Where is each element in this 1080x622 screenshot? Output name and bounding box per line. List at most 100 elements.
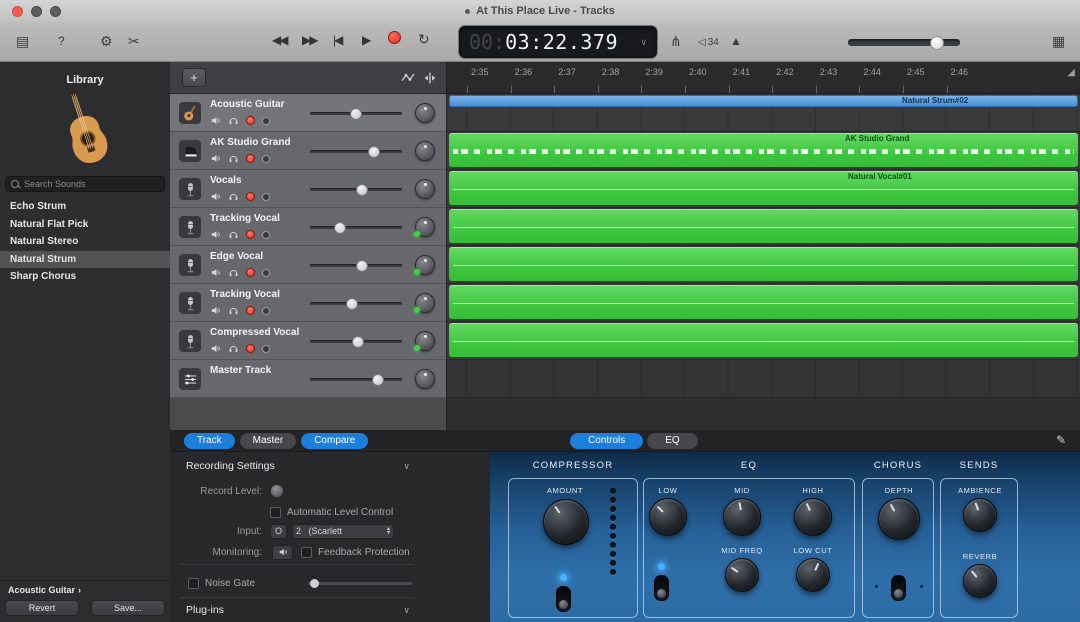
pan-knob[interactable] [415, 293, 435, 313]
solo-button[interactable] [228, 305, 239, 316]
cycle-button[interactable]: ↻ [418, 31, 428, 48]
region-natural-vocal-01[interactable] [449, 171, 1078, 205]
record-button[interactable] [388, 31, 401, 47]
region-vocal[interactable] [449, 209, 1078, 243]
solo-button[interactable] [228, 153, 239, 164]
tab-compare[interactable]: Compare [301, 433, 368, 449]
solo-button[interactable] [228, 115, 239, 126]
stepper-arrows-icon[interactable]: ▴ ▾ [387, 527, 390, 536]
lane-vocals[interactable]: Natural Vocal#01 [447, 170, 1080, 208]
track-row-compressed-vocal[interactable]: Compressed Vocal [170, 322, 446, 360]
lcd-chevron-icon[interactable]: ∨ [640, 37, 647, 48]
pan-knob[interactable] [415, 103, 435, 123]
track-name[interactable]: Master Track [210, 365, 271, 376]
volume-slider[interactable] [310, 150, 402, 153]
pan-knob[interactable] [415, 331, 435, 351]
region-ak-studio-grand[interactable] [449, 133, 1078, 167]
lane-acoustic-guitar[interactable]: Natural Strum#02 [447, 94, 1080, 132]
settings-gear-icon[interactable]: ⚙ [100, 31, 113, 51]
master-volume-slider[interactable] [848, 39, 960, 46]
patch-item[interactable]: Echo Strum [0, 198, 170, 216]
mute-button[interactable] [210, 115, 221, 126]
mute-button[interactable] [210, 343, 221, 354]
close-button[interactable] [12, 6, 23, 17]
region-vocal[interactable] [449, 323, 1078, 357]
lane-compressed-vocal[interactable] [447, 322, 1080, 360]
compressor-power-switch[interactable] [556, 586, 571, 612]
volume-slider[interactable] [310, 112, 402, 115]
feedback-checkbox[interactable] [301, 547, 312, 558]
region-vocal[interactable] [449, 247, 1078, 281]
help-icon[interactable]: ? [58, 31, 65, 51]
input-monitor-button[interactable] [262, 231, 270, 239]
play-button[interactable]: ▶ [362, 33, 369, 47]
track-name[interactable]: Acoustic Guitar [210, 99, 284, 110]
low-cut-knob[interactable] [796, 558, 830, 592]
automation-icon[interactable] [400, 70, 416, 86]
zoom-icon[interactable]: ◢ [1067, 67, 1075, 78]
musical-typing-icon[interactable]: ▤ [16, 31, 29, 51]
auto-level-checkbox[interactable] [270, 507, 281, 518]
lane-ak-studio-grand[interactable]: AK Studio Grand [447, 132, 1080, 170]
track-name[interactable]: Edge Vocal [210, 251, 263, 262]
input-device-stepper[interactable]: 2 (Scarlett ▴ ▾ [292, 524, 394, 539]
mid-knob[interactable] [723, 498, 761, 536]
rewind-button[interactable]: ◀◀ [272, 33, 286, 47]
mute-button[interactable] [210, 191, 221, 202]
display-mode-icon[interactable]: ▦ [1052, 31, 1065, 51]
pan-knob[interactable] [415, 179, 435, 199]
region-natural-strum-02[interactable] [449, 95, 1078, 107]
track-name[interactable]: Tracking Vocal [210, 289, 280, 300]
tab-eq[interactable]: EQ [647, 433, 697, 449]
time-ruler[interactable]: 2:35 2:36 2:37 2:38 2:39 2:40 2:41 2:42 … [447, 62, 1080, 94]
record-enable-button[interactable] [246, 192, 255, 201]
input-monitor-button[interactable] [262, 269, 270, 277]
input-monitor-button[interactable] [262, 117, 270, 125]
solo-button[interactable] [228, 229, 239, 240]
pan-knob[interactable] [415, 369, 435, 389]
plugins-header[interactable]: Plug-ins ∨ [186, 604, 410, 616]
input-format-button[interactable]: O [270, 524, 287, 539]
volume-slider[interactable] [310, 226, 402, 229]
low-knob[interactable] [649, 498, 687, 536]
volume-slider[interactable] [310, 378, 402, 381]
input-monitor-button[interactable] [262, 193, 270, 201]
patch-item[interactable]: Natural Stereo [0, 233, 170, 251]
mute-button[interactable] [210, 267, 221, 278]
lcd-display[interactable]: 00: 03:22.379 ∨ [458, 25, 658, 59]
record-enable-button[interactable] [246, 344, 255, 353]
patch-item[interactable]: Sharp Chorus [0, 268, 170, 286]
zoom-button[interactable] [50, 6, 61, 17]
tuner-icon[interactable]: ⋔ [670, 31, 682, 51]
record-level-knob[interactable] [270, 484, 284, 498]
pan-knob[interactable] [415, 255, 435, 275]
solo-button[interactable] [228, 191, 239, 202]
pan-knob[interactable] [415, 217, 435, 237]
mute-button[interactable] [210, 153, 221, 164]
amount-knob[interactable] [543, 499, 589, 545]
go-to-start-button[interactable]: |◀ [333, 33, 341, 47]
input-monitor-button[interactable] [262, 307, 270, 315]
eq-power-switch[interactable] [654, 575, 669, 601]
monitoring-speaker-icon[interactable] [272, 545, 293, 560]
recording-settings-header[interactable]: Recording Settings ∨ [186, 460, 410, 472]
input-monitor-button[interactable] [262, 345, 270, 353]
track-name[interactable]: AK Studio Grand [210, 137, 291, 148]
noise-gate-checkbox[interactable] [188, 578, 199, 589]
pencil-icon[interactable]: ✎ [1056, 433, 1066, 447]
revert-button[interactable]: Revert [5, 600, 79, 616]
high-knob[interactable] [794, 498, 832, 536]
lane-tracking-vocal-2[interactable] [447, 284, 1080, 322]
tab-controls[interactable]: Controls [570, 433, 643, 449]
search-field[interactable] [5, 176, 165, 192]
pan-knob[interactable] [415, 141, 435, 161]
add-track-button[interactable]: + [182, 68, 206, 87]
mute-button[interactable] [210, 229, 221, 240]
track-name[interactable]: Tracking Vocal [210, 213, 280, 224]
record-enable-button[interactable] [246, 230, 255, 239]
solo-button[interactable] [228, 267, 239, 278]
volume-slider[interactable] [310, 340, 402, 343]
region-vocal[interactable] [449, 285, 1078, 319]
record-enable-button[interactable] [246, 154, 255, 163]
search-input[interactable] [24, 179, 159, 189]
